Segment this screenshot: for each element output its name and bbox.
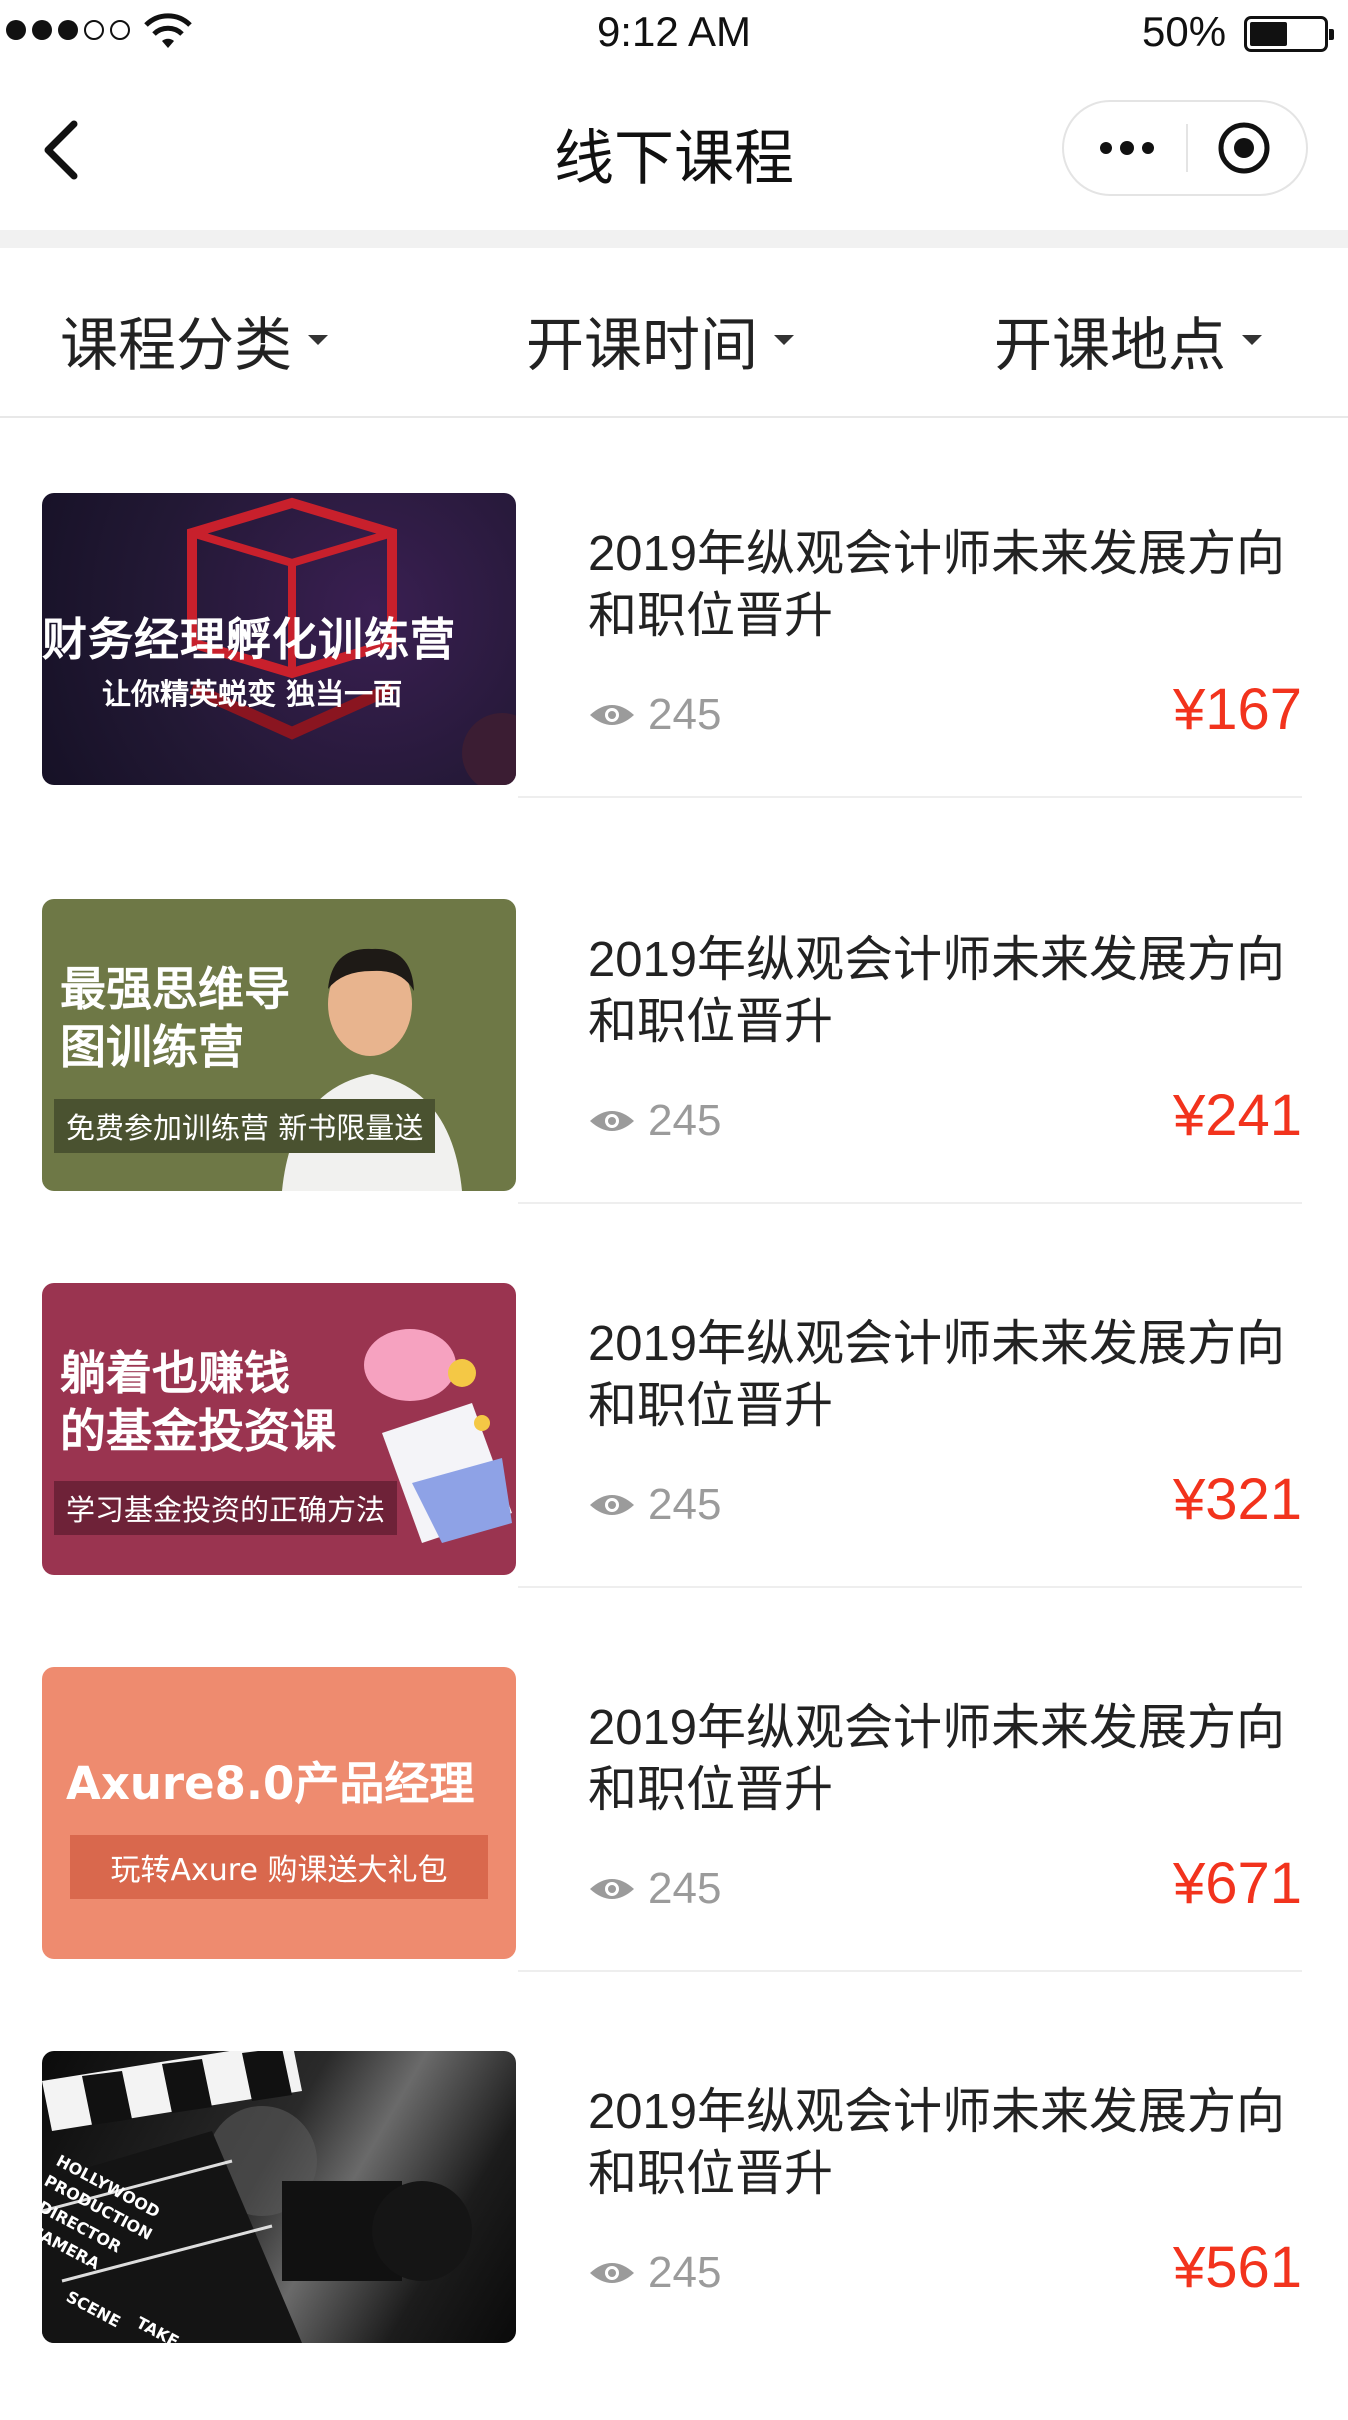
filter-label: 开课地点 (994, 311, 1227, 379)
course-thumbnail: 财务经理孵化训练营 让你精英蜕变 独当一面 (42, 493, 516, 785)
course-title: 2019年纵观会计师未来发展方向和职位晋升 (588, 527, 1286, 643)
course-thumbnail: HOLLYWOOD PRODUCTION DIRECTOR CAMERA SCE… (42, 2051, 516, 2343)
thumbnail-subtitle: 免费参加训练营 新书限量送 (54, 1099, 436, 1153)
view-count-value: 245 (648, 690, 722, 739)
close-miniprogram-icon[interactable] (1216, 120, 1272, 176)
course-card[interactable]: 财务经理孵化训练营 让你精英蜕变 独当一面 2019年纵观会计师未来发展方向和职… (0, 418, 1348, 798)
filter-label: 课程分类 (60, 311, 293, 379)
course-title: 2019年纵观会计师未来发展方向和职位晋升 (588, 1317, 1286, 1433)
view-count-value: 245 (648, 2248, 722, 2297)
divider-band (0, 230, 1348, 248)
thumbnail-headline: Axure8.0产品经理 (66, 1757, 475, 1810)
course-price: ¥241 (1172, 1083, 1302, 1148)
eye-icon (590, 1879, 634, 1899)
status-bar: 9:12 AM 50% (0, 0, 1348, 70)
filter-bar: 课程分类 开课时间 开课地点 (0, 248, 1348, 418)
course-thumbnail: 最强思维导 图训练营 免费参加训练营 新书限量送 (42, 899, 516, 1191)
filter-start-time[interactable]: 开课时间 (526, 298, 795, 382)
course-card[interactable]: HOLLYWOOD PRODUCTION DIRECTOR CAMERA SCE… (0, 1976, 1348, 2356)
view-count-value: 245 (648, 1096, 722, 1145)
eye-icon (590, 1495, 634, 1515)
thumbnail-subtitle: 学习基金投资的正确方法 (54, 1481, 398, 1535)
course-thumbnail: Axure8.0产品经理 玩转Axure 购课送大礼包 (42, 1667, 516, 1959)
thumbnail-headline: 财务经理孵化训练营 (42, 613, 457, 666)
course-price: ¥167 (1172, 677, 1302, 742)
course-price: ¥671 (1172, 1851, 1302, 1916)
course-price: ¥561 (1172, 2235, 1302, 2300)
view-count: 245 (588, 1864, 721, 1914)
eye-icon (590, 1111, 634, 1131)
view-count: 245 (588, 1096, 721, 1146)
thumbnail-headline: 最强思维导 (60, 962, 290, 1016)
battery-percentage: 50% (1142, 8, 1227, 55)
view-count: 245 (588, 1480, 721, 1530)
more-options-button[interactable] (1064, 102, 1186, 194)
filter-course-category[interactable]: 课程分类 (60, 298, 329, 382)
thumbnail-headline: 躺着也赚钱 (60, 1346, 290, 1400)
filter-label: 开课时间 (526, 311, 759, 379)
course-card[interactable]: 最强思维导 图训练营 免费参加训练营 新书限量送 2019年纵观会计师未来发展方… (0, 824, 1348, 1204)
course-card[interactable]: Axure8.0产品经理 玩转Axure 购课送大礼包 2019年纵观会计师未来… (0, 1592, 1348, 1972)
view-count-value: 245 (648, 1864, 722, 1913)
course-thumbnail: 躺着也赚钱 的基金投资课 学习基金投资的正确方法 (42, 1283, 516, 1575)
caret-down-icon (774, 335, 795, 345)
course-title: 2019年纵观会计师未来发展方向和职位晋升 (588, 933, 1286, 1049)
thumbnail-subtitle: 让你精英蜕变 独当一面 (102, 677, 403, 711)
battery-icon (1244, 16, 1334, 52)
course-title: 2019年纵观会计师未来发展方向和职位晋升 (588, 1701, 1286, 1817)
caret-down-icon (308, 335, 329, 345)
course-title: 2019年纵观会计师未来发展方向和职位晋升 (588, 2085, 1286, 2201)
caret-down-icon (1242, 335, 1263, 345)
eye-icon (590, 2263, 634, 2283)
course-card[interactable]: 躺着也赚钱 的基金投资课 学习基金投资的正确方法 2019年纵观会计师未来发展方… (0, 1208, 1348, 1588)
thumbnail-headline: 图训练营 (60, 1020, 244, 1074)
view-count-value: 245 (648, 1480, 722, 1529)
thumbnail-subtitle: 玩转Axure 购课送大礼包 (70, 1835, 488, 1899)
thumbnail-headline: 的基金投资课 (60, 1404, 336, 1458)
mini-program-capsule (1062, 100, 1308, 196)
course-price: ¥321 (1172, 1467, 1302, 1532)
view-count: 245 (588, 690, 721, 740)
eye-icon (590, 705, 634, 725)
view-count: 245 (588, 2248, 721, 2298)
filter-location[interactable]: 开课地点 (994, 298, 1263, 382)
navigation-bar: 线下课程 (0, 70, 1348, 230)
